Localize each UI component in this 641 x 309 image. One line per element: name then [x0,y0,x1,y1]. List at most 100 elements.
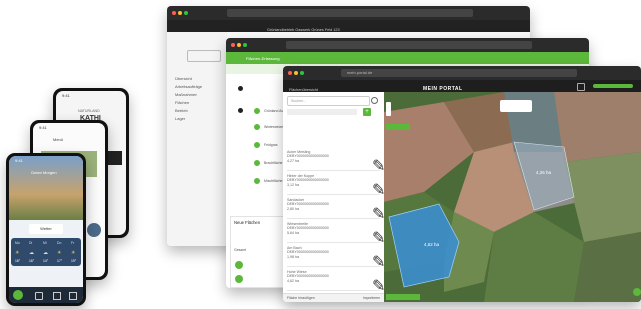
status-label: Gesamt [234,248,247,252]
sun-icon: ☀ [57,250,62,256]
close-dot-icon[interactable] [172,11,176,15]
timeline-dot-icon [238,86,243,91]
add-area-link[interactable]: Fläche hinzufügen [287,296,315,300]
day-label: Fr [71,241,75,245]
weather-title[interactable]: Wetter [29,224,63,234]
check-icon [254,124,260,130]
plus-icon[interactable] [235,275,243,283]
sidebar-item-3[interactable]: Flächen [175,100,189,105]
url-bar[interactable]: mein.portal.de [341,69,577,77]
phone-time: 9:41 [39,125,47,130]
map-bottom-chip[interactable] [386,294,420,300]
sidebar-item-5[interactable]: Lager [175,116,185,121]
edit-icon[interactable]: ✎ [372,276,385,295]
phone-front: 9:41 Guten Morgen Wetter Mo Di Mi Do Fr … [6,153,86,306]
sidebar-item-2[interactable]: Maßnahmen [175,92,197,97]
calendar-tab-icon[interactable] [35,292,43,300]
check-icon [254,178,260,184]
window-titlebar: mein.portal.de [283,66,641,80]
edit-icon[interactable]: ✎ [372,156,385,175]
menu-tab-icon[interactable] [69,292,77,300]
maximize-dot-icon[interactable] [184,11,188,15]
locate-icon[interactable] [633,288,641,296]
map-tools[interactable] [500,100,532,112]
home-tab-icon[interactable] [13,290,23,300]
user-menu[interactable] [593,84,633,88]
import-link[interactable]: Importieren [363,296,380,300]
close-dot-icon[interactable] [288,71,292,75]
url-bar[interactable] [227,9,473,17]
edit-icon[interactable]: ✎ [372,180,385,199]
header-title: Flächen-Erfassung [246,56,280,61]
zoom-control[interactable] [386,102,391,116]
edit-icon[interactable]: ✎ [372,252,385,271]
url-bar[interactable] [286,41,532,49]
add-area-button[interactable]: + [363,108,371,116]
sidebar-item-0[interactable]: Übersicht [175,76,192,81]
item-size: 5,64 ha [287,230,299,235]
edit-icon[interactable]: ✎ [372,228,385,247]
minimize-dot-icon[interactable] [294,71,298,75]
edit-icon[interactable]: ✎ [372,204,385,223]
timeline-dot-icon [238,108,243,113]
temp: 17° [57,259,63,263]
avatar[interactable] [87,223,101,237]
search-icon[interactable] [371,97,378,104]
check-icon [254,108,260,114]
close-dot-icon[interactable] [231,43,235,47]
tab-bar [9,287,83,303]
temp: 16° [29,259,35,263]
list-item[interactable]: Wiesenbreite DEBY0000000000000000 5,64 h… [287,222,385,247]
satellite-map[interactable]: 4,26 ha 4,62 ha [384,92,641,302]
fields-tab-icon[interactable] [53,292,61,300]
qr-code-icon [108,151,122,165]
item-size: 4,27 ha [287,158,299,163]
check-icon [254,142,260,148]
list-item[interactable]: Am Bach DEBY0000000000000000 1,98 ha ✎ [287,246,385,271]
day-label: Do [57,241,62,245]
phone-screen: 9:41 Guten Morgen Wetter Mo Di Mi Do Fr … [9,156,83,303]
list-item[interactable]: Sandacker DEBY0000000000000000 2,80 ha ✎ [287,198,385,223]
phone-time: 9:41 [15,158,23,163]
calendar-icon[interactable] [577,83,585,91]
cloud-icon: ☁ [43,250,48,256]
sidebar-item-1[interactable]: Arbeitsaufträge [175,84,202,89]
map-layer-chip[interactable] [386,124,410,130]
map-area-label: 4,26 ha [536,170,552,175]
item-size: 3,12 ha [287,182,299,187]
window-titlebar [167,6,530,20]
temp: 14° [43,259,49,263]
temp: 18° [15,259,21,263]
item-size: 4,62 ha [287,278,299,283]
maximize-dot-icon[interactable] [243,43,247,47]
sidebar-item-4[interactable]: Betrieb [175,108,188,113]
cloud-icon: ☁ [29,250,34,256]
list-footer: Fläche hinzufügen Importieren [283,293,384,302]
area-list-panel: Suchen... + Acker Meisling DEBY000000000… [283,92,385,302]
filter-bar[interactable] [287,109,357,115]
day-label: Di [29,241,33,245]
check-icon [254,160,260,166]
list-item[interactable]: Hinter der Kuppe DEBY0000000000000000 3,… [287,174,385,199]
phone-subtitle: NATURLAND [78,109,100,113]
minimize-dot-icon[interactable] [178,11,182,15]
maximize-dot-icon[interactable] [300,71,304,75]
map-fields [384,92,641,302]
temp: 19° [71,259,77,263]
map-area-label: 4,62 ha [424,242,440,247]
window-titlebar [226,38,589,52]
app-header: Grünlandbetrieb Gaswerk Grünes Feld 123 [167,20,530,32]
minimize-dot-icon[interactable] [237,43,241,47]
sidebar: Übersicht Arbeitsaufträge Maßnahmen Fläc… [167,32,228,246]
sidebar-select[interactable] [187,50,221,62]
list-item[interactable]: Acker Meisling DEBY0000000000000000 4,27… [287,150,385,175]
green-header: Flächen-Erfassung [226,52,589,64]
phone-title: Menü [53,137,64,142]
list-item[interactable]: Hohe Wiese DEBY0000000000000000 4,62 ha … [287,270,385,295]
search-input[interactable]: Suchen... [287,96,370,106]
panel-title: Neue Flächen [234,220,261,225]
plus-icon[interactable] [235,261,243,269]
landscape-image [9,156,83,220]
phone-time: 9:41 [62,93,70,98]
browser-window-front: mein.portal.de Flächenübersicht MEIN POR… [283,66,641,302]
